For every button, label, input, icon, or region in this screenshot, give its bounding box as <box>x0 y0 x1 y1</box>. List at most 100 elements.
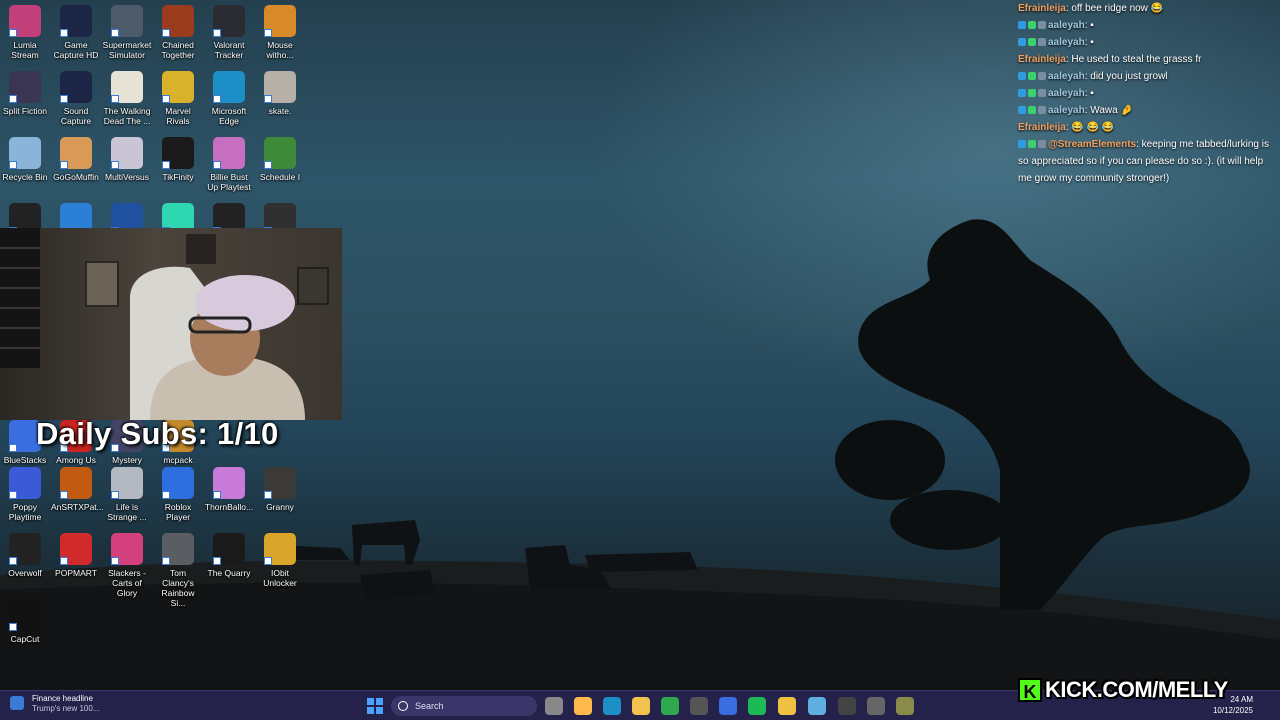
chat-text: : ▪ <box>1084 88 1094 99</box>
tikfinity-icon <box>162 137 194 169</box>
desktop-icon-label: TikFinity <box>162 172 194 182</box>
desktop-icon[interactable]: GoGoMuffin <box>51 137 101 182</box>
desktop-icon[interactable]: The Walking Dead The ... <box>102 71 152 126</box>
desktop-icon[interactable]: Marvel Rivals <box>153 71 203 126</box>
chat-username[interactable]: Efrainleija <box>1018 3 1066 14</box>
desktop-icon[interactable]: MultiVersus <box>102 137 152 182</box>
windows-logo-icon <box>367 698 383 714</box>
chat-badge-icon <box>1038 21 1046 29</box>
chat-badge-icon <box>1018 21 1026 29</box>
desktop-icon[interactable]: Supermarket Simulator <box>102 5 152 60</box>
taskbar-search[interactable]: Search <box>391 696 537 716</box>
desktop-icon[interactable]: Roblox Player <box>153 467 203 522</box>
desktop-icon[interactable]: Poppy Playtime <box>0 467 50 522</box>
kick-watermark: K KICK.COM/MELLY <box>1018 677 1228 702</box>
desktop-icon[interactable]: Game Capture HD <box>51 5 101 60</box>
chat-username[interactable]: aaleyah <box>1048 105 1085 116</box>
chat-username[interactable]: aaleyah <box>1048 71 1085 82</box>
chat-message: aaleyah: ▪ <box>1012 17 1280 34</box>
game-icon[interactable] <box>896 697 914 715</box>
photos-icon[interactable] <box>808 697 826 715</box>
news-icon <box>10 696 24 710</box>
desktop-icon[interactable]: CapCut <box>0 599 50 644</box>
supermarket-icon <box>111 5 143 37</box>
desktop-icon[interactable]: Lumia Stream <box>0 5 50 60</box>
desktop-icon[interactable]: ThornBallo... <box>204 467 254 512</box>
chat-message: aaleyah: Wawa 🤌 <box>1012 102 1280 119</box>
desktop-icon[interactable]: The Quarry <box>204 533 254 578</box>
chat-badge-icon <box>1018 106 1026 114</box>
edge-icon[interactable] <box>603 697 621 715</box>
chat-badge-icon <box>1028 72 1036 80</box>
desktop-icon-label: The Walking Dead The ... <box>103 106 151 126</box>
chat-username[interactable]: aaleyah <box>1048 20 1085 31</box>
unlocker-icon <box>264 533 296 565</box>
desktop-icon-label: Among Us <box>56 455 96 465</box>
chat-username[interactable]: Efrainleija <box>1018 122 1066 133</box>
chat-username[interactable]: Efrainleija <box>1018 54 1066 65</box>
quarry-icon <box>213 533 245 565</box>
desktop-icon[interactable]: Recycle Bin <box>0 137 50 182</box>
desktop-icon[interactable]: Schedule I <box>255 137 305 182</box>
desktop-icon[interactable]: Slackers - Carts of Glory <box>102 533 152 598</box>
daily-subs-counter: Daily Subs: 1/10 <box>36 416 279 451</box>
granny-icon <box>264 467 296 499</box>
skate-icon <box>264 71 296 103</box>
chat-text: : Wawa 🤌 <box>1084 105 1133 116</box>
overwolf-icon <box>9 533 41 565</box>
chat-badge-icon <box>1028 106 1036 114</box>
desktop-icon[interactable]: Valorant Tracker <box>204 5 254 60</box>
chat-badge-icon <box>1018 38 1026 46</box>
desktop-icon[interactable]: Billie Bust Up Playtest <box>204 137 254 192</box>
ansrtx-icon <box>60 467 92 499</box>
spotify-icon[interactable] <box>748 697 766 715</box>
desktop-icon[interactable]: Tom Clancy's Rainbow Si... <box>153 533 203 608</box>
store-icon[interactable] <box>719 697 737 715</box>
desktop-icon[interactable]: Split Fiction <box>0 71 50 116</box>
app-icon[interactable] <box>690 697 708 715</box>
desktop-icon[interactable]: AnSRTXPat... <box>51 467 104 512</box>
desktop-icon-label: Tom Clancy's Rainbow Si... <box>161 568 195 608</box>
desktop-icon[interactable]: TikFinity <box>153 137 203 182</box>
webcam-scene <box>0 228 329 420</box>
desktop-icon[interactable]: Overwolf <box>0 533 50 578</box>
walking-dead-icon <box>111 71 143 103</box>
desktop-icon-label: MultiVersus <box>105 172 149 182</box>
chrome-icon[interactable] <box>778 697 796 715</box>
desktop-icon-label: Billie Bust Up Playtest <box>207 172 251 192</box>
muffin-icon <box>60 137 92 169</box>
desktop-icon[interactable]: Sound Capture <box>51 71 101 126</box>
desktop-icon-label: Life is Strange ... <box>107 502 147 522</box>
chat-badge-icon <box>1038 106 1046 114</box>
chat-badge-icon <box>1038 38 1046 46</box>
desktop-icon[interactable]: Granny <box>255 467 305 512</box>
desktop-icon[interactable]: Life is Strange ... <box>102 467 152 522</box>
start-icon[interactable] <box>366 697 384 715</box>
thorn-icon <box>213 467 245 499</box>
desktop-icon[interactable]: skate. <box>255 71 305 116</box>
desktop-icon[interactable]: IObit Unlocker <box>255 533 305 588</box>
desktop-icon-label: Roblox Player <box>164 502 192 522</box>
task-view-icon[interactable] <box>545 697 563 715</box>
chat-text: : off bee ridge now 😂 <box>1065 3 1164 14</box>
desktop-icon-label: Lumia Stream <box>11 40 39 60</box>
desktop-icon-label: Game Capture HD <box>53 40 99 60</box>
desktop-icon[interactable]: Microsoft Edge <box>204 71 254 126</box>
file-explorer-icon[interactable] <box>632 697 650 715</box>
desktop-icon[interactable]: Chained Together <box>153 5 203 60</box>
chat-badge-icon <box>1028 89 1036 97</box>
multiversus-icon <box>111 137 143 169</box>
chat-username[interactable]: aaleyah <box>1048 37 1085 48</box>
news-widget[interactable]: Finance headline Trump's new 100... <box>10 694 99 714</box>
poppy-icon <box>9 467 41 499</box>
desktop-icon-label: CapCut <box>10 634 40 644</box>
xbox-icon[interactable] <box>661 697 679 715</box>
desktop-icon[interactable]: Mouse witho... <box>255 5 305 60</box>
capcut-icon <box>9 599 41 631</box>
desktop-icon[interactable]: POPMART <box>51 533 101 578</box>
copilot-icon[interactable] <box>574 697 592 715</box>
media-icon[interactable] <box>838 697 856 715</box>
chat-username[interactable]: aaleyah <box>1048 88 1085 99</box>
chat-username[interactable]: @StreamElements <box>1048 139 1136 150</box>
arrow-icon[interactable] <box>867 697 885 715</box>
